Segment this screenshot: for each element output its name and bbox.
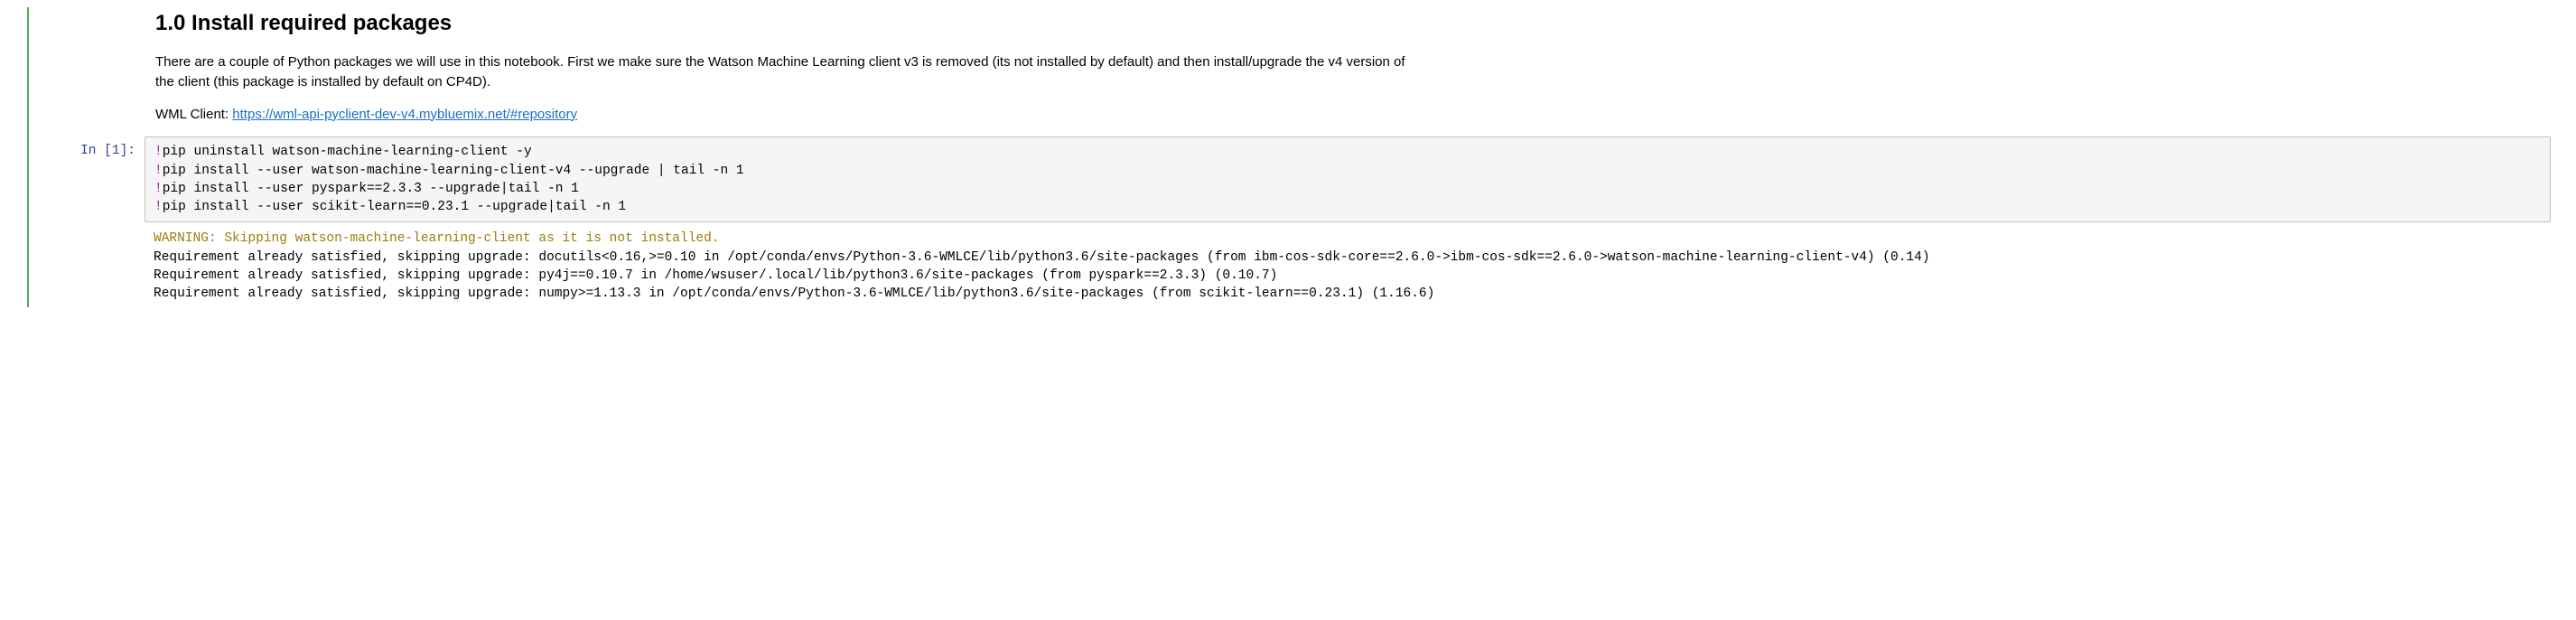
markdown-cell: 1.0 Install required packages There are …: [29, 7, 1420, 124]
section-heading: 1.0 Install required packages: [155, 7, 1420, 40]
code-column: !pip uninstall watson-machine-learning-c…: [145, 136, 2551, 306]
code-line: pip install --user pyspark==2.3.3 --upgr…: [163, 182, 579, 196]
shell-bang: !: [154, 145, 163, 159]
code-line: pip uninstall watson-machine-learning-cl…: [163, 145, 532, 159]
output-line: Requirement already satisfied, skipping …: [154, 287, 1434, 301]
shell-bang: !: [154, 164, 163, 178]
output-warning: WARNING: Skipping watson-machine-learnin…: [154, 231, 720, 246]
code-cell: In [1]: !pip uninstall watson-machine-le…: [29, 136, 2558, 306]
section-paragraph-link: WML Client: https://wml-api-pyclient-dev…: [155, 105, 1420, 125]
link-prefix: WML Client:: [155, 107, 232, 122]
shell-bang: !: [154, 182, 163, 196]
wml-client-link[interactable]: https://wml-api-pyclient-dev-v4.mybluemi…: [232, 107, 577, 122]
output-line: Requirement already satisfied, skipping …: [154, 268, 1277, 283]
code-input-area[interactable]: !pip uninstall watson-machine-learning-c…: [145, 136, 2551, 222]
code-output-area: WARNING: Skipping watson-machine-learnin…: [145, 222, 2551, 306]
input-prompt: In [1]:: [36, 136, 145, 306]
output-line: Requirement already satisfied, skipping …: [154, 250, 1930, 265]
notebook-cell-group: 1.0 Install required packages There are …: [27, 7, 2558, 307]
section-paragraph: There are a couple of Python packages we…: [155, 52, 1420, 92]
code-line: pip install --user watson-machine-learni…: [163, 164, 744, 178]
shell-bang: !: [154, 200, 163, 214]
code-line: pip install --user scikit-learn==0.23.1 …: [163, 200, 626, 214]
